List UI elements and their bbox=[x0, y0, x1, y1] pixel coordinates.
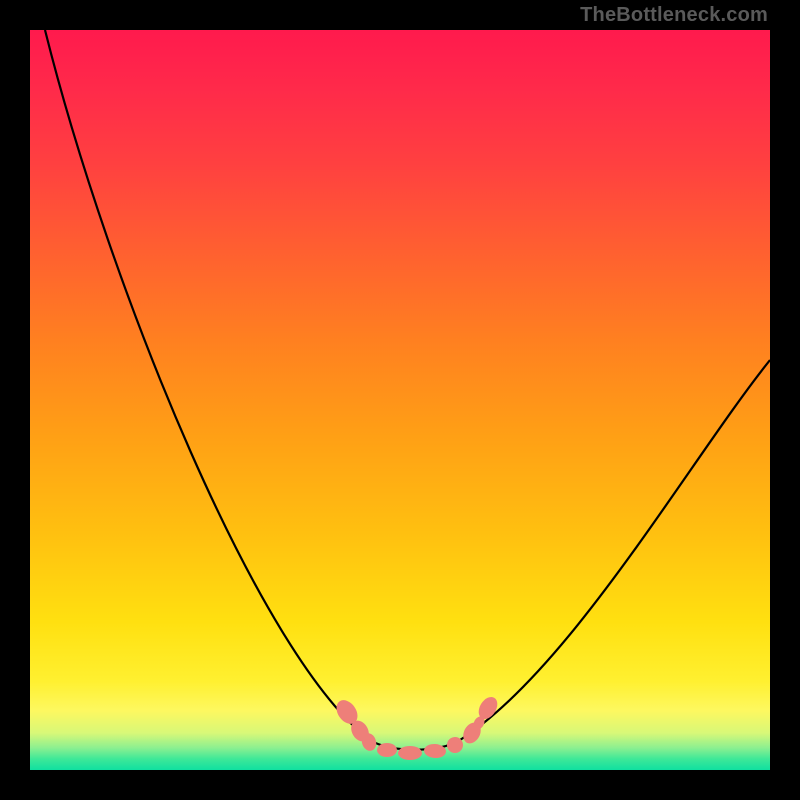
curve-marker bbox=[398, 746, 422, 760]
curve-marker bbox=[377, 743, 397, 757]
curve-marker bbox=[424, 743, 447, 759]
v-curve bbox=[45, 30, 770, 750]
watermark-text: TheBottleneck.com bbox=[580, 4, 768, 27]
bottleneck-curve bbox=[30, 30, 770, 770]
marker-group bbox=[332, 694, 501, 760]
chart-frame: TheBottleneck.com bbox=[0, 0, 800, 800]
plot-area bbox=[30, 30, 770, 770]
